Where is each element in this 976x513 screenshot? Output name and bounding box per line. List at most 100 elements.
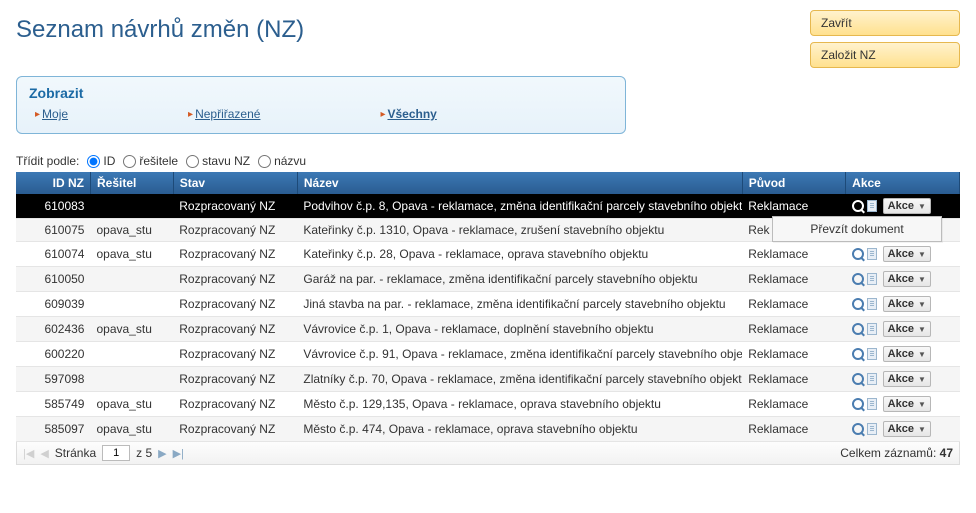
view-icon[interactable] <box>852 248 864 260</box>
table-row[interactable]: 610083Rozpracovaný NZPodvihov č.p. 8, Op… <box>16 194 960 219</box>
view-icon[interactable] <box>852 323 864 335</box>
view-icon[interactable] <box>852 423 864 435</box>
close-button[interactable]: Zavřít <box>810 10 960 36</box>
document-icon[interactable] <box>867 323 877 335</box>
cell-id: 597098 <box>16 367 90 392</box>
view-icon[interactable] <box>852 273 864 285</box>
row-action-button[interactable]: Akce▼ <box>883 271 931 287</box>
document-icon[interactable] <box>867 373 877 385</box>
row-action-button[interactable]: Akce▼ <box>883 421 931 437</box>
cell-stav: Rozpracovaný NZ <box>173 317 297 342</box>
table-row[interactable]: 600220Rozpracovaný NZVávrovice č.p. 91, … <box>16 342 960 367</box>
cell-resitel: opava_stu <box>90 392 173 417</box>
table-row[interactable]: 597098 Rozpracovaný NZZlatníky č.p. 70, O… <box>16 367 960 392</box>
cell-id: 609039 <box>16 292 90 317</box>
table-row[interactable]: 585749opava_stuRozpracovaný NZMěsto č.p.… <box>16 392 960 417</box>
cell-id: 600220 <box>16 342 90 367</box>
col-nazev[interactable]: Název <box>297 172 742 194</box>
nz-table: ID NZ Řešitel Stav Název Původ Akce 6100… <box>16 172 960 442</box>
document-icon[interactable] <box>867 200 877 212</box>
cell-nazev: Kateřinky č.p. 28, Opava - reklamace, op… <box>297 242 742 267</box>
cell-resitel <box>90 194 173 219</box>
cell-resitel <box>90 292 173 317</box>
chevron-down-icon: ▼ <box>918 350 926 359</box>
filter-unassigned[interactable]: ▸ Nepřiřazené <box>188 107 260 121</box>
filter-all[interactable]: ▸ Všechny <box>380 107 436 121</box>
cell-stav: Rozpracovaný NZ <box>173 392 297 417</box>
col-stav[interactable]: Stav <box>173 172 297 194</box>
document-icon[interactable] <box>867 298 877 310</box>
cell-resitel: opava_stu <box>90 219 173 242</box>
filter-my[interactable]: ▸ Moje <box>35 107 68 121</box>
total-label: Celkem záznamů: <box>840 446 936 460</box>
col-resitel[interactable]: Řešitel <box>90 172 173 194</box>
cell-puvod: Reklamace <box>742 242 845 267</box>
row-action-button[interactable]: Akce▼ <box>883 246 931 262</box>
document-icon[interactable] <box>867 248 877 260</box>
cell-stav: Rozpracovaný NZ <box>173 242 297 267</box>
sort-stavu[interactable]: stavu NZ <box>186 154 250 168</box>
document-icon[interactable] <box>867 423 877 435</box>
col-akce[interactable]: Akce <box>846 172 960 194</box>
sort-id[interactable]: ID <box>87 154 115 168</box>
page-input[interactable] <box>102 445 130 461</box>
cell-puvod: Reklamace <box>742 267 845 292</box>
cell-puvod: Reklamace <box>742 342 845 367</box>
cell-nazev: Podvihov č.p. 8, Opava - reklamace, změn… <box>297 194 742 219</box>
create-nz-button[interactable]: Založit NZ <box>810 42 960 68</box>
document-icon[interactable] <box>867 398 877 410</box>
row-action-button[interactable]: Akce▼ <box>883 371 931 387</box>
row-action-button[interactable]: Akce▼ <box>883 321 931 337</box>
row-action-button[interactable]: Akce▼ <box>883 198 931 214</box>
table-row[interactable]: 609039Rozpracovaný NZJiná stavba na par.… <box>16 292 960 317</box>
view-icon[interactable] <box>852 348 864 360</box>
cell-stav: Rozpracovaný NZ <box>173 367 297 392</box>
first-page-icon[interactable]: |◀ <box>23 447 34 460</box>
sort-row: Třídit podle: ID řešitele stavu NZ názvu <box>16 154 960 168</box>
cell-nazev: Kateřinky č.p. 1310, Opava - reklamace, … <box>297 219 742 242</box>
document-icon[interactable] <box>867 348 877 360</box>
cell-nazev: Město č.p. 474, Opava - reklamace, oprav… <box>297 417 742 442</box>
view-icon[interactable] <box>852 373 864 385</box>
sort-resitele[interactable]: řešitele <box>123 154 178 168</box>
cell-actions: Akce▼ <box>846 242 960 267</box>
chevron-down-icon: ▼ <box>918 325 926 334</box>
table-row[interactable]: 585097opava_stuRozpracovaný NZMěsto č.p.… <box>16 417 960 442</box>
prev-page-icon[interactable]: ◀ <box>40 447 48 460</box>
cell-actions: Akce▼ <box>846 194 960 219</box>
cell-actions: Akce▼ <box>846 392 960 417</box>
table-row[interactable]: 602436opava_stuRozpracovaný NZVávrovice … <box>16 317 960 342</box>
view-icon[interactable] <box>852 298 864 310</box>
sort-nazvu[interactable]: názvu <box>258 154 306 168</box>
action-dropdown[interactable]: Převzít dokument <box>772 216 942 242</box>
next-page-icon[interactable]: ▶ <box>158 447 166 460</box>
chevron-down-icon: ▼ <box>918 275 926 284</box>
cell-nazev: Garáž na par. - reklamace, změna identif… <box>297 267 742 292</box>
cell-actions: Akce▼ <box>846 367 960 392</box>
caret-icon: ▸ <box>380 109 385 120</box>
cell-resitel <box>90 267 173 292</box>
table-row[interactable]: 610074opava_stuRozpracovaný NZKateřinky … <box>16 242 960 267</box>
cell-resitel: opava_stu <box>90 242 173 267</box>
cell-resitel <box>90 367 173 392</box>
col-puvod[interactable]: Původ <box>742 172 845 194</box>
table-row[interactable]: 610050Rozpracovaný NZGaráž na par. - rek… <box>16 267 960 292</box>
chevron-down-icon: ▼ <box>918 202 926 211</box>
col-id[interactable]: ID NZ <box>16 172 90 194</box>
sort-label: Třídit podle: <box>16 154 79 168</box>
view-icon[interactable] <box>852 200 864 212</box>
cell-puvod: Reklamace <box>742 292 845 317</box>
row-action-button[interactable]: Akce▼ <box>883 296 931 312</box>
chevron-down-icon: ▼ <box>918 400 926 409</box>
dropdown-item-take[interactable]: Převzít dokument <box>810 222 903 236</box>
view-icon[interactable] <box>852 398 864 410</box>
cell-actions: Akce▼ <box>846 317 960 342</box>
pager-of: z 5 <box>136 446 152 460</box>
document-icon[interactable] <box>867 273 877 285</box>
cell-nazev: Zlatníky č.p. 70, Opava - reklamace, změ… <box>297 367 742 392</box>
last-page-icon[interactable]: ▶| <box>173 447 184 460</box>
row-action-button[interactable]: Akce▼ <box>883 346 931 362</box>
caret-icon: ▸ <box>188 109 193 120</box>
chevron-down-icon: ▼ <box>918 425 926 434</box>
row-action-button[interactable]: Akce▼ <box>883 396 931 412</box>
